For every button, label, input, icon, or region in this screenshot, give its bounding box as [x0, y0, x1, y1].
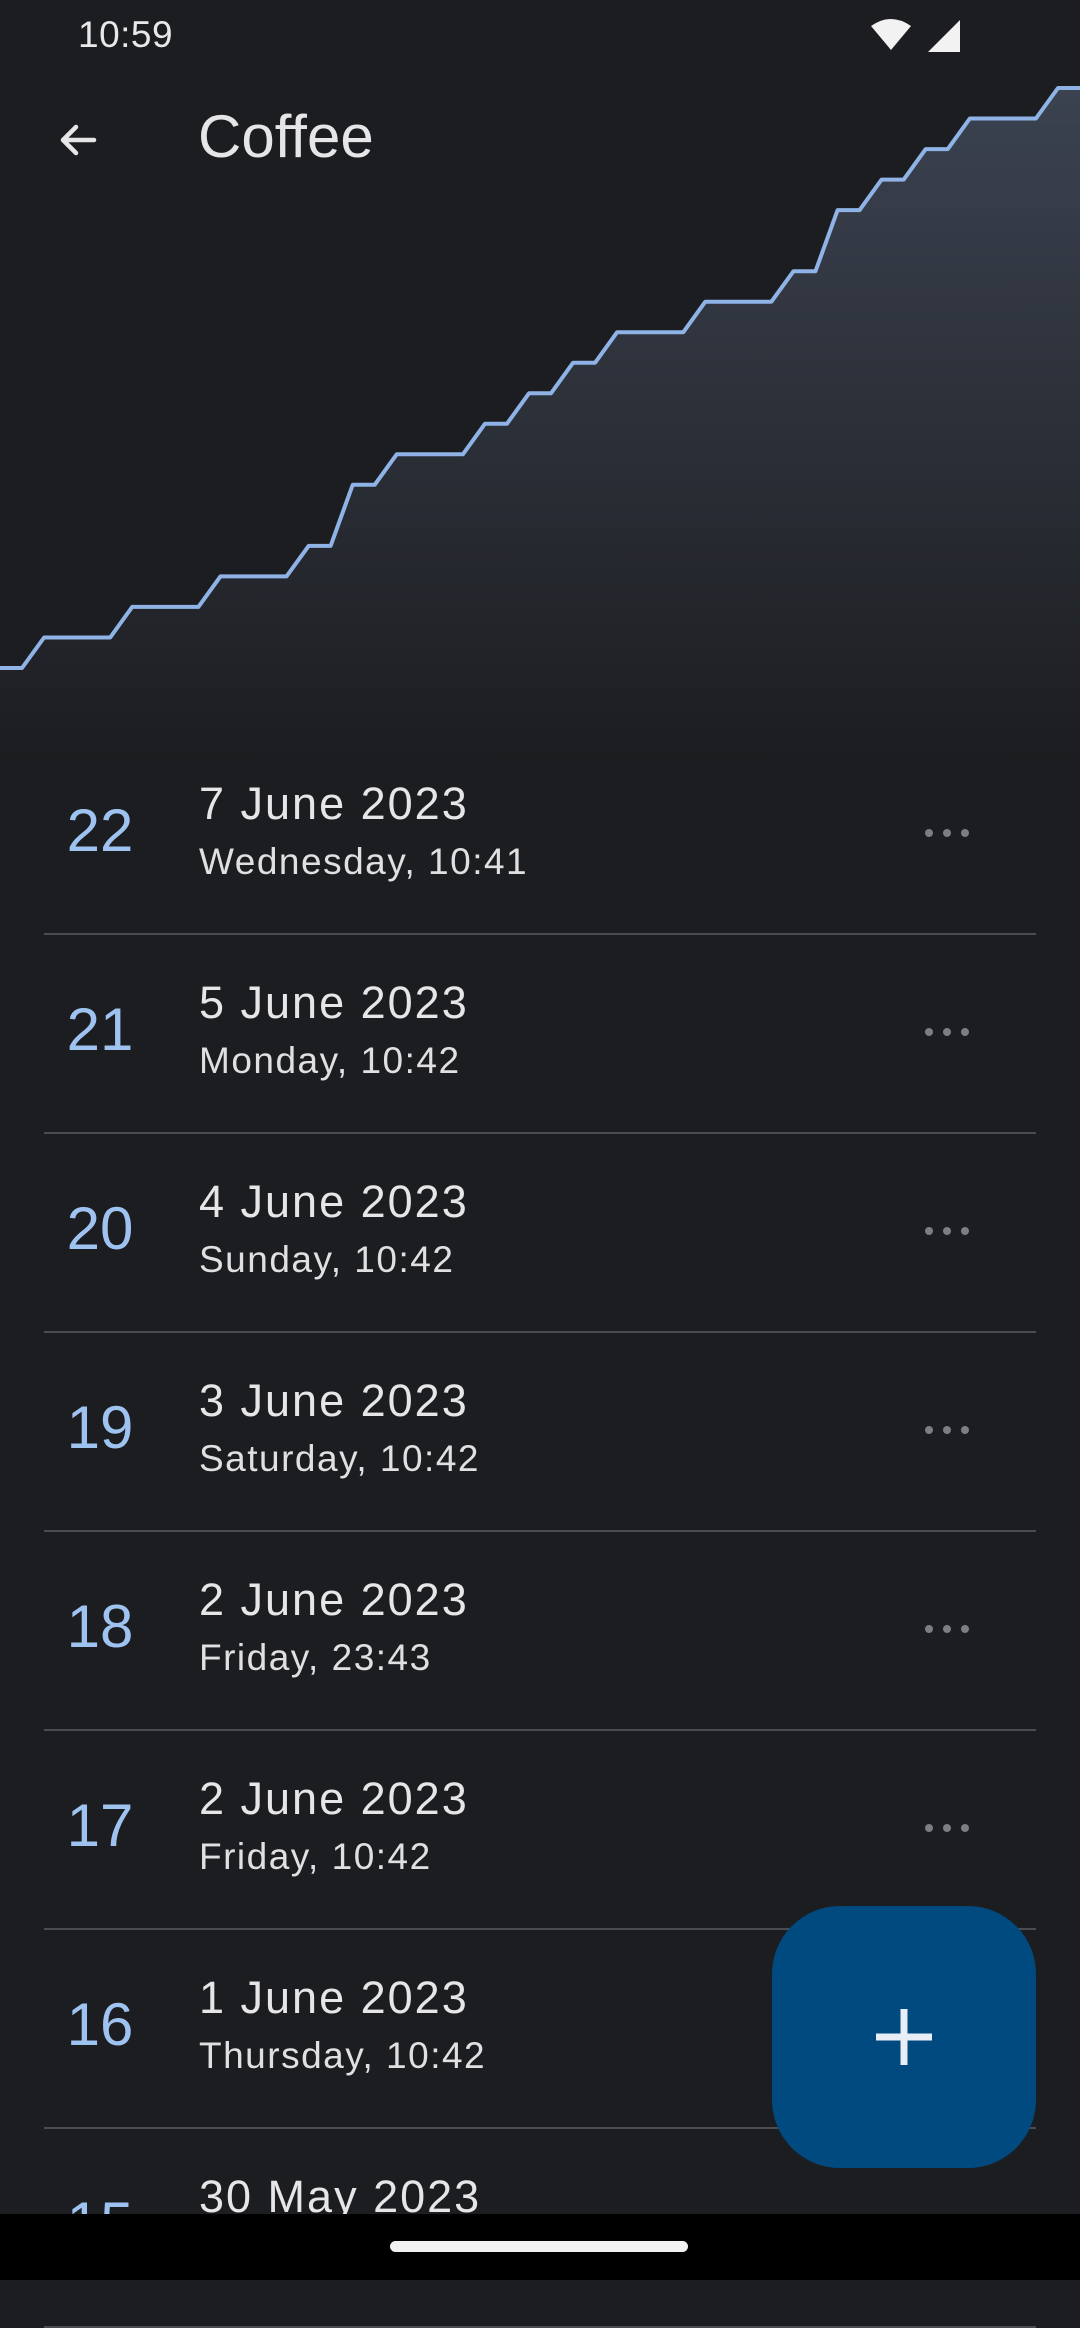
entry-count: 19 — [66, 1394, 134, 1461]
entry-date: 2 June 2023 — [199, 1773, 469, 1824]
entry-day-time: Sunday, 10:42 — [199, 1239, 455, 1280]
page-title: Coffee — [198, 103, 374, 170]
list-item[interactable]: 17 2 June 2023 Friday, 10:42 — [44, 1731, 1036, 1930]
entry-day-time: Friday, 10:42 — [199, 1836, 432, 1877]
entry-day-time: Wednesday, 10:41 — [199, 841, 529, 882]
list-item[interactable]: 22 7 June 2023 Wednesday, 10:41 — [44, 736, 1036, 935]
entry-date: 1 June 2023 — [199, 1972, 469, 2023]
status-time: 10:59 — [78, 14, 174, 55]
entry-count: 21 — [66, 996, 134, 1063]
entry-day-time: Thursday, 10:42 — [199, 2035, 487, 2076]
more-horizontal-icon[interactable] — [912, 1405, 982, 1455]
entry-day-time: Friday, 23:43 — [199, 1637, 432, 1678]
wifi-icon — [871, 19, 911, 50]
system-navigation-bar — [0, 2214, 1080, 2280]
add-entry-button[interactable] — [772, 1906, 1036, 2168]
entry-count: 16 — [66, 1991, 134, 2058]
entry-count: 17 — [66, 1792, 134, 1859]
app-bar: Coffee — [0, 80, 1080, 206]
list-item[interactable]: 19 3 June 2023 Saturday, 10:42 — [44, 1333, 1036, 1532]
status-icons — [870, 18, 962, 54]
entry-date: 4 June 2023 — [199, 1176, 469, 1227]
arrow-back-icon — [60, 124, 97, 156]
cell-signal-icon — [928, 20, 960, 52]
plus-icon — [876, 2009, 932, 2065]
gesture-handle[interactable] — [390, 2241, 688, 2252]
list-item[interactable]: 21 5 June 2023 Monday, 10:42 — [44, 935, 1036, 1134]
entry-count: 22 — [66, 797, 134, 864]
list-item[interactable]: 18 2 June 2023 Friday, 23:43 — [44, 1532, 1036, 1731]
entry-date: 3 June 2023 — [199, 1375, 469, 1426]
entry-count: 20 — [66, 1195, 134, 1262]
list-item[interactable]: 20 4 June 2023 Sunday, 10:42 — [44, 1134, 1036, 1333]
more-horizontal-icon[interactable] — [912, 808, 982, 858]
entry-date: 2 June 2023 — [199, 1574, 469, 1625]
status-bar: 10:59 — [0, 0, 1080, 70]
entry-day-time: Monday, 10:42 — [199, 1040, 461, 1081]
more-horizontal-icon[interactable] — [912, 1803, 982, 1853]
more-horizontal-icon[interactable] — [912, 1007, 982, 1057]
entry-count: 18 — [66, 1593, 134, 1660]
entry-day-time: Saturday, 10:42 — [199, 1438, 480, 1479]
entry-date: 5 June 2023 — [199, 977, 469, 1028]
back-button[interactable] — [36, 98, 120, 182]
entry-date: 7 June 2023 — [199, 778, 469, 829]
more-horizontal-icon[interactable] — [912, 1206, 982, 1256]
more-horizontal-icon[interactable] — [912, 1604, 982, 1654]
